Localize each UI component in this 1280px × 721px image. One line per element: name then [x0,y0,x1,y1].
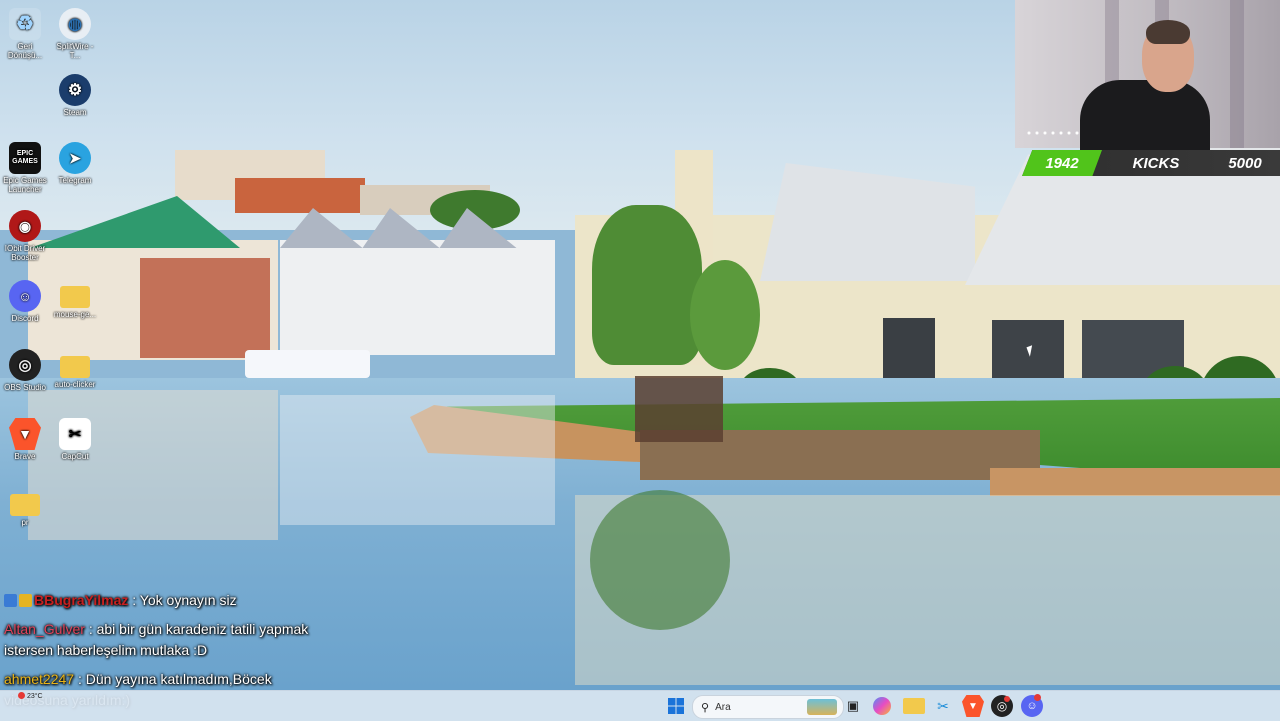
wallpaper-boat [245,350,370,378]
desktop-icon-pr-folder[interactable]: pr [1,490,49,527]
chat-text: : Yok oynayın siz [132,592,237,608]
capcut-icon: ✂ [59,418,91,450]
kicks-current-count: 1942 [1022,150,1102,176]
recording-indicator-icon [1004,696,1010,702]
chat-badge-icon [4,594,17,607]
search-highlight-image [807,699,837,715]
steam-icon: ⚙ [59,74,91,106]
taskbar-weather[interactable]: 23°C [18,692,43,700]
taskbar-search-box[interactable]: ⚲ Ara [692,695,844,719]
desktop-icon-label: SplitWire - T... [56,42,94,60]
desktop-icon-auto-clicker[interactable]: auto-clicker [51,352,99,389]
desktop-icon-label: IObit Driver Booster [4,244,46,262]
splitwire-icon: ◍ [59,8,91,40]
desktop-icon-capcut[interactable]: ✂ CapCut [51,418,99,461]
desktop-icon-brave[interactable]: ▼ Brave [1,418,49,461]
chat-message: Altan_Gulver : abi bir gün karadeniz tat… [4,619,334,661]
wallpaper-bank [990,468,1280,496]
search-placeholder: Ara [715,701,731,713]
wallpaper-house [280,240,555,355]
copilot-icon[interactable] [873,697,891,715]
epic-games-icon: EPIC GAMES [9,142,41,174]
folder-icon [60,286,90,308]
desktop-icon-label: auto-clicker [54,380,96,389]
kicks-goal-count: 5000 [1228,154,1262,172]
webcam-curtain [1230,0,1244,148]
chat-badge-icon [19,594,32,607]
desktop-icon-discord[interactable]: ☺ Discord [1,280,49,323]
chat-username: ahmet2247 [4,671,75,687]
chat-message: BBugraYilmaz : Yok oynayın siz [4,590,334,611]
driver-booster-icon: ◉ [9,210,41,242]
desktop-icon-label: pr [21,518,29,527]
desktop-icon-mouse-folder[interactable]: mouse-ge... [51,282,99,319]
wallpaper-house [235,178,365,213]
streamer-body [1080,80,1210,150]
desktop-icon-telegram[interactable]: ➤ Telegram [51,142,99,185]
kicks-goal-bar: 1942 KICKS 5000 [1022,150,1280,176]
notification-badge-icon [1034,694,1041,701]
desktop-icon-driver-booster[interactable]: ◉ IObit Driver Booster [1,210,49,262]
wallpaper-palm [690,260,760,370]
desktop-icon-label: Telegram [58,176,92,185]
brave-taskbar-icon[interactable]: ▼ [962,695,984,717]
start-icon[interactable] [665,695,687,717]
desktop-icon-label: Geri Dönüşü... [7,42,43,60]
folder-icon [10,494,40,516]
streamer-hair [1146,20,1190,44]
wallpaper-reflection [280,395,555,525]
folder-icon [60,356,90,378]
desktop-icon-label: OBS Studio [4,383,46,392]
obs-icon: ◎ [9,349,41,381]
desktop-icon-label: CapCut [61,452,89,461]
desktop-icon-obs[interactable]: ◎ OBS Studio [1,349,49,392]
discord-icon: ☺ [9,280,41,312]
desktop-icon-label: mouse-ge... [53,310,97,319]
kicks-label: KICKS [1132,154,1180,172]
chat-username: Altan_Gulver [4,621,85,637]
desktop-icon-epic-games[interactable]: EPIC GAMES Epic Games Launcher [1,142,49,194]
weather-temperature: 23°C [26,693,43,700]
windows-logo-icon [668,698,684,714]
snipping-tool-icon[interactable]: ✂ [932,695,954,717]
wallpaper-reflection [28,390,278,540]
wallpaper-reflection-tree [590,490,730,630]
desktop-icon-label: Steam [63,108,87,117]
wallpaper-jetty [635,376,723,442]
chat-username: BBugraYilmaz [34,592,129,608]
desktop-icon-label: Epic Games Launcher [3,176,47,194]
weather-icon [18,692,25,699]
desktop-icon-recycle-bin[interactable]: ♻ Geri Dönüşü... [1,8,49,60]
desktop-icon-label: Discord [11,314,39,323]
desktop-icon-label: Brave [14,452,36,461]
search-icon: ⚲ [701,701,710,714]
recycle-bin-icon: ♻ [9,8,41,40]
webcam-led-strip [1025,130,1085,136]
wallpaper-house [140,258,270,358]
desktop-icon-steam[interactable]: ⚙ Steam [51,74,99,117]
taskbar: ⚲ Ara ▣ ✂ ▼ ◎ ☺ [0,690,1280,721]
wallpaper-palm [592,205,702,365]
file-explorer-icon[interactable] [903,698,925,714]
telegram-icon: ➤ [59,142,91,174]
brave-icon: ▼ [9,418,41,450]
desktop-icon-splitwire[interactable]: ◍ SplitWire - T... [51,8,99,60]
task-view-icon[interactable]: ▣ [842,695,864,717]
